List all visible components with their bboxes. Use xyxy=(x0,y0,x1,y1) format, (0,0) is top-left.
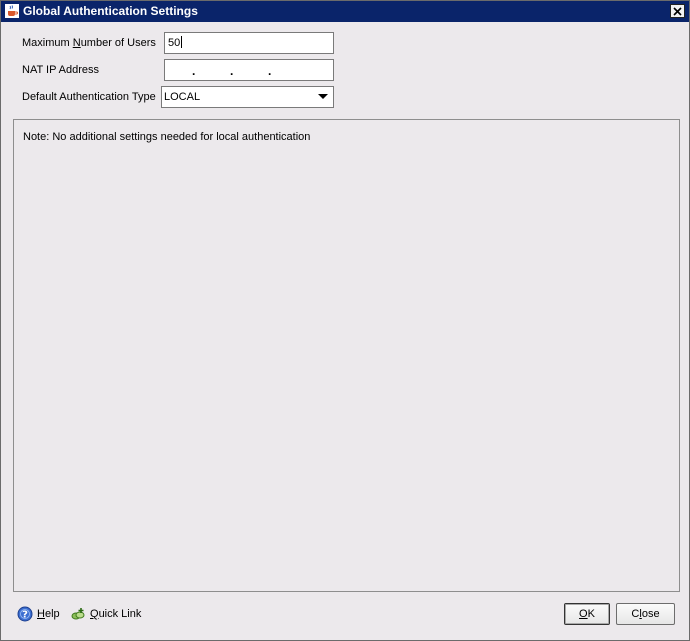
quick-link-icon xyxy=(71,608,85,620)
help-label-rest: elp xyxy=(44,608,60,620)
ok-mnemonic: O xyxy=(579,608,588,620)
title-bar[interactable]: Global Authentication Settings xyxy=(1,1,689,22)
text-caret xyxy=(181,36,183,48)
auth-type-select[interactable]: LOCAL xyxy=(161,86,334,108)
dialog-window: Global Authentication Settings Maximum N… xyxy=(0,0,690,641)
ok-button[interactable]: OK xyxy=(564,603,610,625)
ok-label-rest: K xyxy=(587,608,595,620)
close-button[interactable]: Close xyxy=(616,603,675,625)
java-cup-icon xyxy=(5,4,19,18)
ip-separator-dot: . xyxy=(268,64,272,78)
help-link[interactable]: ? Help xyxy=(17,605,60,623)
help-mnemonic: H xyxy=(37,608,45,620)
quick-link-label-rest: uick Link xyxy=(98,608,142,620)
max-users-label: Maximum Number of Users xyxy=(22,37,156,49)
quick-link[interactable]: Quick Link xyxy=(70,605,141,623)
help-label: Help xyxy=(37,608,60,620)
max-users-value: 50 xyxy=(168,37,181,49)
help-circle-icon: ? xyxy=(17,606,33,622)
close-window-button[interactable] xyxy=(670,4,685,18)
window-title: Global Authentication Settings xyxy=(23,4,198,18)
max-users-label-suffix: umber of Users xyxy=(80,37,156,49)
auth-type-label: Default Authentication Type xyxy=(22,91,156,103)
max-users-label-prefix: Maximum xyxy=(22,37,73,49)
max-users-label-mnemonic: N xyxy=(72,37,81,49)
panel-note: Note: No additional settings needed for … xyxy=(23,131,311,143)
auth-settings-panel: Note: No additional settings needed for … xyxy=(13,119,680,592)
chevron-down-icon[interactable] xyxy=(315,89,331,105)
nat-ip-input[interactable]: . . . xyxy=(164,59,334,81)
max-users-input[interactable]: 50 xyxy=(164,32,334,54)
ip-separator-dot: . xyxy=(192,64,196,78)
quick-link-label: Quick Link xyxy=(90,608,141,620)
nat-ip-label: NAT IP Address xyxy=(22,64,100,76)
quick-link-mnemonic: Q xyxy=(90,608,99,620)
ip-separator-dot: . xyxy=(230,64,234,78)
auth-type-selected-value: LOCAL xyxy=(164,91,201,103)
svg-text:?: ? xyxy=(22,610,28,621)
close-icon xyxy=(673,6,682,16)
close-label-rest: ose xyxy=(641,608,660,620)
